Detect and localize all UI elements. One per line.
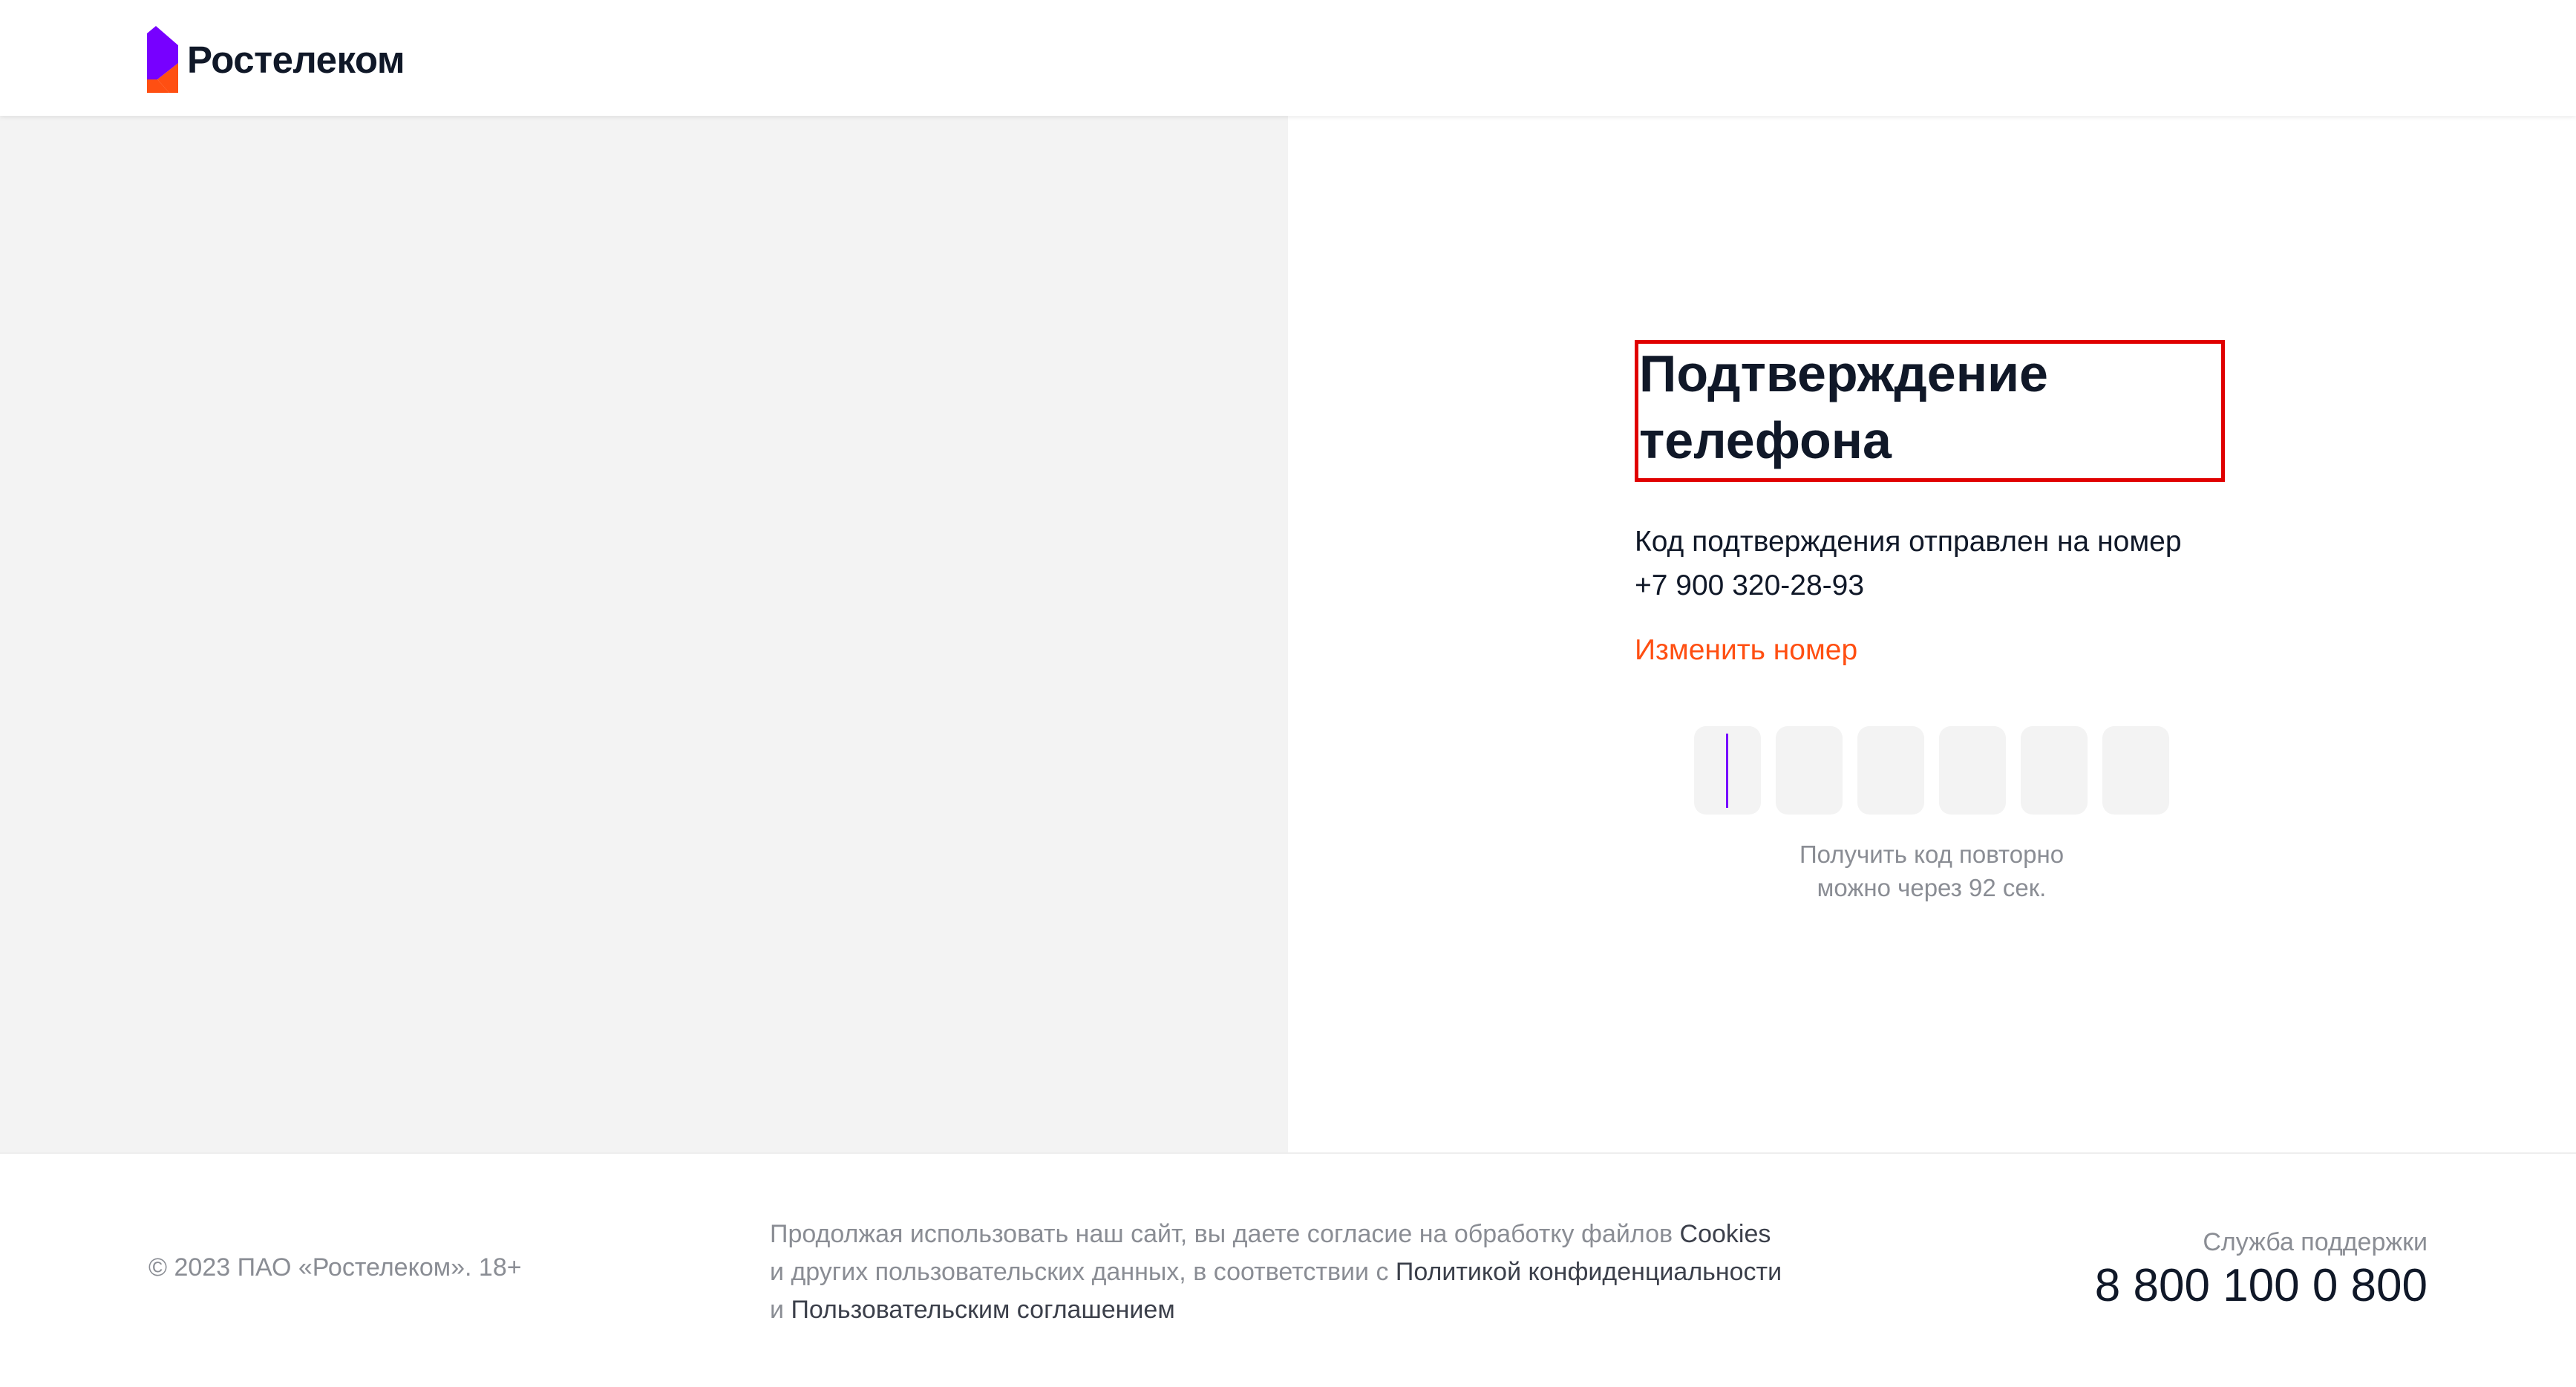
change-number-link[interactable]: Изменить номер [1635,634,1857,667]
cookies-link[interactable]: Cookies [1680,1220,1771,1248]
logo[interactable]: Ростелеком [147,25,405,94]
page-title: Подтверждение телефона [1639,345,2048,469]
code-digit-input-5[interactable] [2021,726,2088,815]
code-digit-input-3[interactable] [1857,726,1924,815]
resend-line-1: Получить код повторно [1799,841,2065,868]
code-digit-input-6[interactable] [2102,726,2169,815]
consent-part-2: и других пользовательских данных, в соот… [770,1258,1389,1286]
consent-part-1: Продолжая использовать наш сайт, вы дает… [770,1220,1673,1248]
code-digit-input-2[interactable] [1776,726,1843,815]
resend-line-2: можно через 92 сек. [1817,874,2047,901]
code-input-group [1694,726,2169,815]
code-digit-input-1[interactable] [1694,726,1761,815]
support-label: Служба поддержки [2203,1228,2428,1256]
copyright: © 2023 ПАО «Ростелеком». 18+ [148,1253,522,1282]
sent-text: Код подтверждения отправлен на номер [1635,526,2182,558]
support-phone-link[interactable]: 8 800 100 0 800 [2095,1259,2428,1312]
right-panel [1288,116,2576,1152]
text-caret [1726,734,1728,808]
privacy-policy-link[interactable]: Политикой конфиденциальности [1396,1258,1782,1286]
consent-part-3: и [770,1296,784,1324]
terms-link[interactable]: Пользовательским соглашением [791,1296,1174,1324]
code-digit-input-4[interactable] [1939,726,2006,815]
resend-timer: Получить код повторно можно через 92 сек… [1635,838,2229,904]
consent-text: Продолжая использовать наш сайт, вы дает… [770,1215,1869,1329]
left-panel [0,116,1288,1152]
site-header: Ростелеком [0,0,2576,116]
sent-description: Код подтверждения отправлен на номер +7 … [1635,520,2303,607]
phone-number: +7 900 320-28-93 [1635,570,1865,601]
rostelecom-logo-icon [147,26,178,93]
site-footer: © 2023 ПАО «Ростелеком». 18+ Продолжая и… [0,1152,2576,1387]
logo-text: Ростелеком [187,38,405,81]
